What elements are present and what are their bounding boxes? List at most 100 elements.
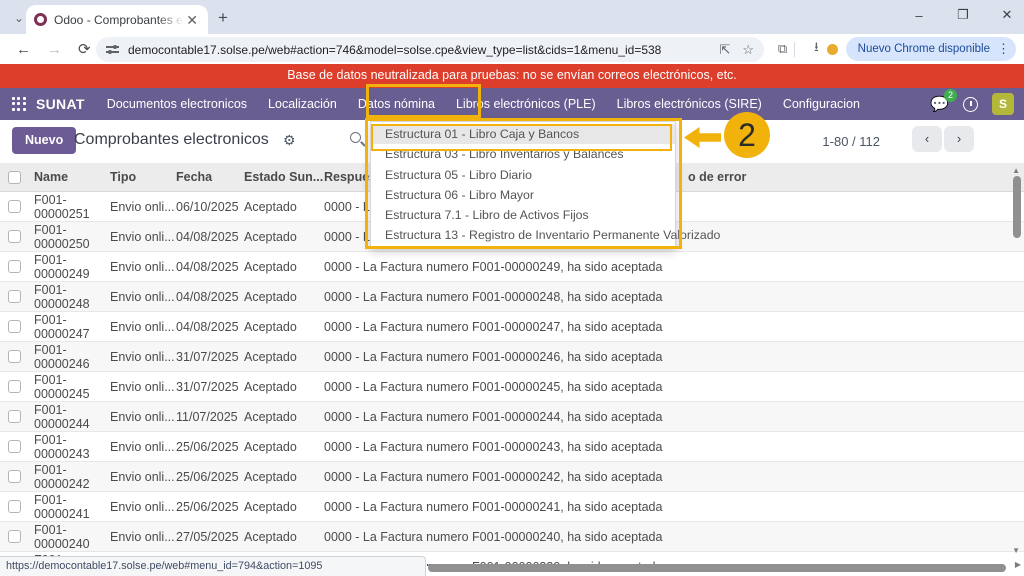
row-checkbox[interactable] [8, 260, 21, 273]
cell-name: F001-00000246 [34, 343, 110, 371]
dropdown-item-0[interactable]: Estructura 01 - Libro Caja y Bancos [371, 124, 675, 144]
odoo-favicon-icon [34, 13, 47, 26]
navbar-item-2[interactable]: Datos nómina [358, 97, 435, 111]
search-icon[interactable] [350, 132, 361, 143]
dropdown-item-4[interactable]: Estructura 7.1 - Libro de Activos Fijos [371, 205, 675, 225]
table-row[interactable]: F001-00000246Envio onli...31/07/2025Acep… [0, 342, 1024, 372]
navbar-item-0[interactable]: Documentos electronicos [107, 97, 247, 111]
cell-estado: Aceptado [244, 350, 324, 364]
apps-grid-icon[interactable] [12, 97, 26, 111]
dropdown-item-3[interactable]: Estructura 06 - Libro Mayor [371, 185, 675, 205]
reload-icon[interactable]: ⟳ [78, 40, 91, 58]
cell-checkbox [8, 440, 34, 453]
window-controls: – ❐ ✕ [912, 0, 1014, 30]
pager-range: 1-80 / 112 [822, 134, 880, 149]
cell-tipo: Envio onli... [110, 200, 176, 214]
scroll-right-icon[interactable]: ▶ [1015, 560, 1021, 569]
send-to-device-icon[interactable]: ⇱ [719, 42, 730, 58]
scroll-up-icon[interactable]: ▲ [1012, 166, 1020, 175]
cell-tipo: Envio onli... [110, 350, 176, 364]
scroll-down-icon[interactable]: ▼ [1012, 546, 1020, 555]
navbar-item-1[interactable]: Localización [268, 97, 337, 111]
browser-menu-icon[interactable]: ⋮ [997, 41, 1010, 57]
forward-icon[interactable]: → [47, 41, 62, 58]
cell-resp: 0000 - La Factura numero F001-00000248, … [324, 290, 1024, 304]
pager-prev-button[interactable]: ‹ [912, 126, 942, 152]
navbar-item-3[interactable]: Libros electrónicos (PLE) [456, 97, 596, 111]
status-bar-url: https://democontable17.solse.pe/web#menu… [0, 556, 426, 576]
cell-fecha: 25/06/2025 [176, 440, 244, 454]
navbar-item-4[interactable]: Libros electrónicos (SIRE) [617, 97, 762, 111]
row-checkbox[interactable] [8, 380, 21, 393]
navbar-item-5[interactable]: Configuracion [783, 97, 860, 111]
column-header-fecha[interactable]: Fecha [176, 170, 244, 184]
row-checkbox[interactable] [8, 440, 21, 453]
table-row[interactable]: F001-00000241Envio onli...25/06/2025Acep… [0, 492, 1024, 522]
vertical-scrollbar[interactable] [1013, 176, 1021, 238]
cell-estado: Aceptado [244, 410, 324, 424]
cell-name: F001-00000251 [34, 193, 110, 221]
cell-resp: 0000 - La Factura numero F001-00000245, … [324, 380, 1024, 394]
row-checkbox[interactable] [8, 320, 21, 333]
column-header-name[interactable]: Name [34, 170, 110, 184]
cell-resp: 0000 - La Factura numero F001-00000241, … [324, 500, 1024, 514]
close-button[interactable]: ✕ [1000, 7, 1014, 23]
toolbar-right: ⧉ ⭳ Nuevo Chrome disponible ⋮ [766, 34, 1024, 64]
row-checkbox[interactable] [8, 530, 21, 543]
site-settings-icon[interactable] [106, 43, 119, 56]
row-checkbox[interactable] [8, 350, 21, 363]
cell-estado: Aceptado [244, 440, 324, 454]
activities-clock-icon[interactable] [963, 97, 978, 112]
back-icon[interactable]: ← [16, 41, 31, 58]
row-checkbox[interactable] [8, 290, 21, 303]
tab-close-icon[interactable]: ✕ [184, 13, 200, 27]
browser-titlebar: ⌄ Odoo - Comprobantes electron ✕ + – ❐ ✕ [0, 0, 1024, 34]
user-avatar[interactable]: S [992, 93, 1014, 115]
url-text[interactable]: democontable17.solse.pe/web#action=746&m… [128, 43, 707, 57]
browser-tab[interactable]: Odoo - Comprobantes electron ✕ [26, 5, 208, 34]
table-row[interactable]: F001-00000240Envio onli...27/05/2025Acep… [0, 522, 1024, 552]
profile-avatar-icon[interactable] [827, 44, 838, 55]
browser-window: ⌄ Odoo - Comprobantes electron ✕ + – ❐ ✕… [0, 0, 1024, 576]
table-row[interactable]: F001-00000245Envio onli...31/07/2025Acep… [0, 372, 1024, 402]
bookmark-star-icon[interactable]: ☆ [742, 42, 754, 58]
table-row[interactable]: F001-00000243Envio onli...25/06/2025Acep… [0, 432, 1024, 462]
cell-name: F001-00000249 [34, 253, 110, 281]
download-icon[interactable]: ⭳ [814, 38, 819, 60]
app-name[interactable]: SUNAT [36, 96, 85, 112]
chrome-update-button[interactable]: Nuevo Chrome disponible ⋮ [846, 37, 1016, 61]
minimize-button[interactable]: – [912, 8, 926, 23]
address-bar[interactable]: democontable17.solse.pe/web#action=746&m… [96, 37, 764, 62]
select-all-checkbox[interactable] [8, 171, 21, 184]
row-checkbox[interactable] [8, 500, 21, 513]
row-checkbox[interactable] [8, 410, 21, 423]
cell-tipo: Envio onli... [110, 500, 176, 514]
row-checkbox[interactable] [8, 470, 21, 483]
cell-checkbox [8, 380, 34, 393]
dropdown-item-5[interactable]: Estructura 13 - Registro de Inventario P… [371, 225, 675, 245]
horizontal-scrollbar[interactable] [428, 564, 1006, 572]
table-row[interactable]: F001-00000242Envio onli...25/06/2025Acep… [0, 462, 1024, 492]
new-button[interactable]: Nuevo [12, 127, 76, 154]
table-row[interactable]: F001-00000248Envio onli...04/08/2025Acep… [0, 282, 1024, 312]
restore-button[interactable]: ❐ [956, 7, 970, 23]
new-tab-button[interactable]: + [218, 8, 228, 28]
cell-tipo: Envio onli... [110, 410, 176, 424]
column-header-tipo[interactable]: Tipo [110, 170, 176, 184]
row-checkbox[interactable] [8, 200, 21, 213]
dropdown-item-1[interactable]: Estructura 03 - Libro Inventarios y Bala… [371, 144, 675, 164]
table-row[interactable]: F001-00000247Envio onli...04/08/2025Acep… [0, 312, 1024, 342]
cell-resp: 0000 - La Factura numero F001-00000246, … [324, 350, 1024, 364]
dropdown-item-2[interactable]: Estructura 05 - Libro Diario [371, 165, 675, 185]
pager-next-button[interactable]: › [944, 126, 974, 152]
column-header-estado[interactable]: Estado Sun... [244, 170, 324, 184]
table-row[interactable]: F001-00000249Envio onli...04/08/2025Acep… [0, 252, 1024, 282]
cell-name: F001-00000244 [34, 403, 110, 431]
cell-fecha: 11/07/2025 [176, 410, 244, 424]
extensions-icon[interactable]: ⧉ [778, 41, 787, 57]
table-row[interactable]: F001-00000244Envio onli...11/07/2025Acep… [0, 402, 1024, 432]
gear-icon[interactable]: ⚙ [283, 132, 296, 149]
row-checkbox[interactable] [8, 230, 21, 243]
column-header-error[interactable]: o de error [688, 170, 746, 184]
messages-icon[interactable]: 💬2 [930, 95, 949, 113]
